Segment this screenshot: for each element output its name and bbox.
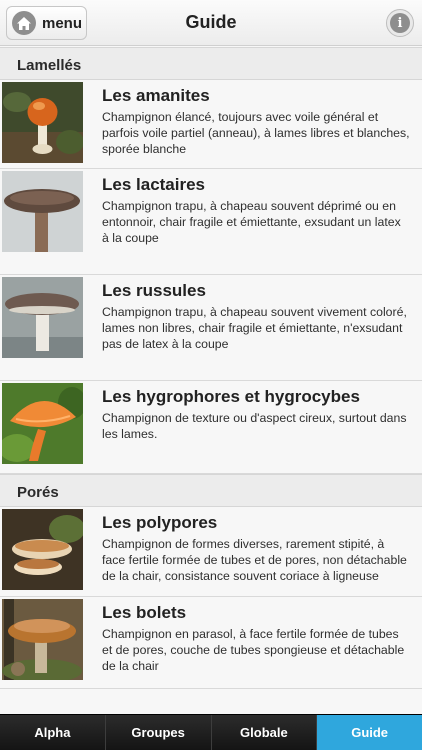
list-item-russules[interactable]: Les russules Champignon trapu, à chapeau… (0, 275, 422, 381)
item-title: Les bolets (102, 603, 187, 622)
list-item-hygrophores[interactable]: Les hygrophores et hygrocybes Champignon… (0, 381, 422, 474)
russule-photo (2, 277, 83, 358)
amanite-photo (2, 82, 83, 163)
bolet-photo (2, 599, 83, 680)
item-title: Les lactaires (102, 175, 206, 194)
section-header-pores: Porés (0, 474, 422, 507)
polypore-photo (2, 509, 83, 590)
item-description: Champignon trapu, à chapeau souvent vive… (102, 305, 407, 351)
info-button[interactable]: i (386, 9, 414, 37)
list-item-bolets[interactable]: Les bolets Champignon en parasol, à face… (0, 597, 422, 689)
item-title: Les hygrophores et hygrocybes (102, 387, 360, 406)
item-description: Champignon trapu, à chapeau souvent dépr… (102, 199, 401, 245)
item-title: Les polypores (102, 513, 218, 532)
tab-groupes[interactable]: Groupes (105, 715, 212, 750)
item-description: Champignon de texture ou d'aspect cireux… (102, 411, 407, 441)
item-description: Champignon élancé, toujours avec voile g… (102, 110, 410, 156)
item-description: Champignon en parasol, à face fertile fo… (102, 627, 405, 673)
item-description: Champignon de formes diverses, rarement … (102, 537, 407, 583)
navigation-bar: menu Guide i (0, 0, 422, 46)
tab-bar: Alpha Groupes Globale Guide (0, 714, 422, 750)
tab-alpha[interactable]: Alpha (0, 715, 106, 750)
item-title: Les russules (102, 281, 206, 300)
list-item-lactaires[interactable]: Les lactaires Champignon trapu, à chapea… (0, 169, 422, 275)
hygrophore-photo (2, 383, 83, 464)
info-icon: i (390, 13, 410, 33)
guide-list[interactable]: Lamellés Les amanites Champignon élancé,… (0, 47, 422, 714)
page-title: Guide (185, 12, 237, 32)
section-header-lamelles: Lamellés (0, 47, 422, 80)
item-title: Les amanites (102, 86, 210, 105)
tab-guide[interactable]: Guide (317, 715, 422, 750)
list-item-polypores[interactable]: Les polypores Champignon de formes diver… (0, 507, 422, 597)
list-item-amanites[interactable]: Les amanites Champignon élancé, toujours… (0, 80, 422, 169)
lactaire-photo (2, 171, 83, 252)
tab-globale[interactable]: Globale (211, 715, 318, 750)
